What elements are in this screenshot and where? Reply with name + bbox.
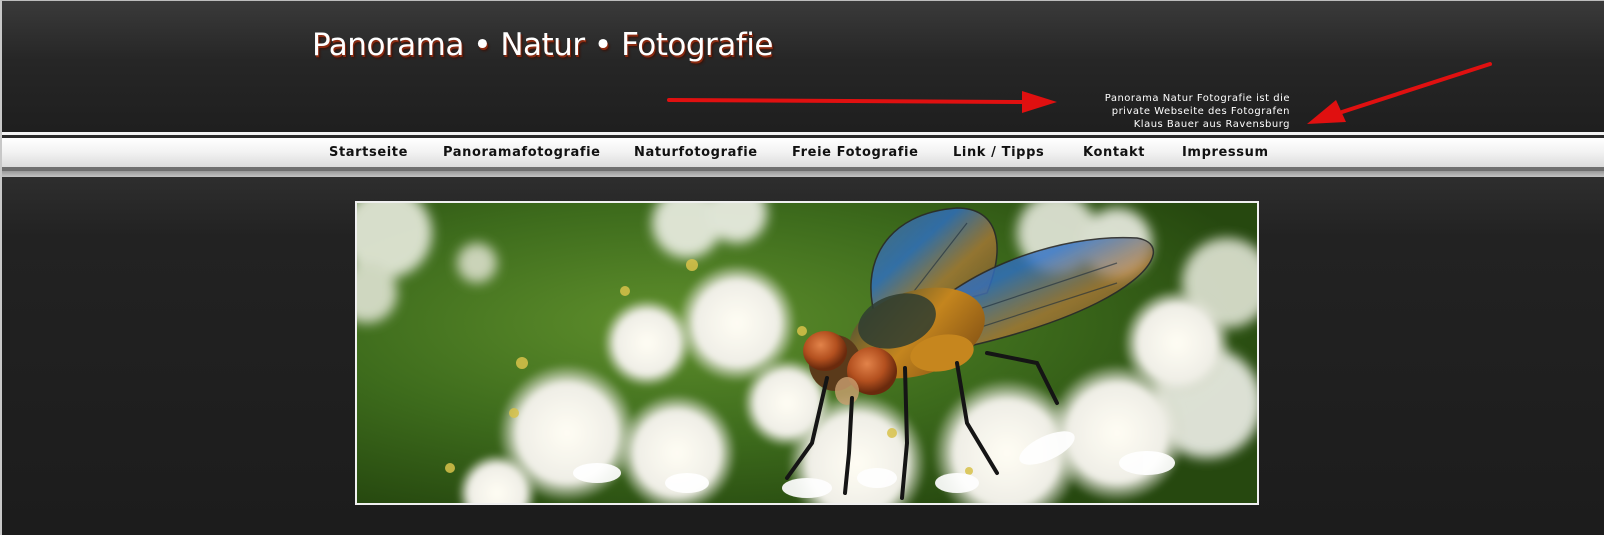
nav-bottom-shadow	[2, 171, 1604, 177]
page: Panorama • Natur • Fotografie Panorama N…	[0, 0, 1604, 535]
fly-on-flowers-photo	[357, 203, 1257, 503]
nav-naturfotografie[interactable]: Naturfotografie	[634, 138, 758, 167]
nav-impressum[interactable]: Impressum	[1182, 138, 1269, 167]
nav-freie-fotografie[interactable]: Freie Fotografie	[792, 138, 919, 167]
annotation-arrow-left	[667, 91, 1057, 113]
nav-kontakt[interactable]: Kontakt	[1083, 138, 1145, 167]
tagline-line-2: private Webseite des Fotografen	[1111, 106, 1290, 117]
nav-startseite[interactable]: Startseite	[329, 138, 408, 167]
nav-panoramafotografie[interactable]: Panoramafotografie	[443, 138, 601, 167]
nav-link-tipps[interactable]: Link / Tipps	[953, 138, 1044, 167]
hero-image	[355, 201, 1259, 505]
tagline-line-1: Panorama Natur Fotografie ist die	[1104, 93, 1290, 104]
site-title[interactable]: Panorama • Natur • Fotografie	[312, 27, 773, 63]
site-tagline: Panorama Natur Fotografie ist die privat…	[1002, 92, 1290, 131]
tagline-line-3: Klaus Bauer aus Ravensburg	[1133, 119, 1290, 130]
annotation-arrow-right	[1307, 62, 1492, 124]
annotation-arrows	[667, 62, 1492, 124]
